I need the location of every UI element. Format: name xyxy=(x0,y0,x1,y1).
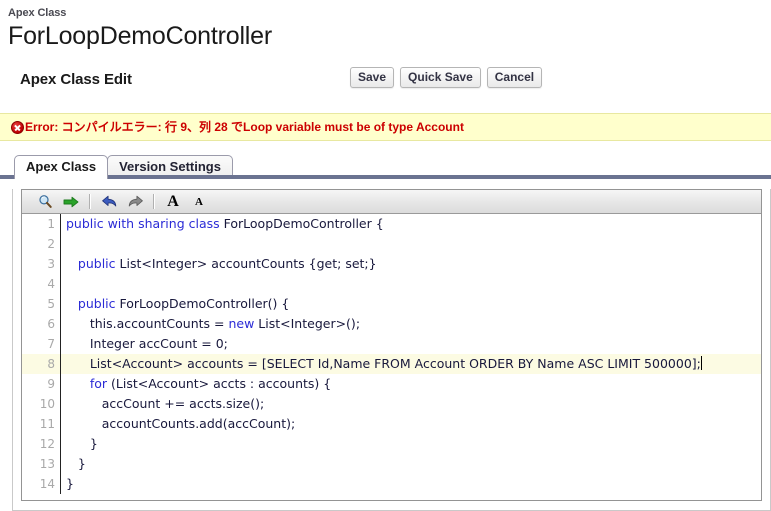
code-line-text[interactable]: public with sharing class ForLoopDemoCon… xyxy=(60,214,761,234)
code-token: Integer accCount = 0; xyxy=(66,336,228,351)
section-title: Apex Class Edit xyxy=(20,71,132,88)
code-token: } xyxy=(66,436,98,451)
code-token: accCount += accts.size(); xyxy=(66,396,265,411)
error-message: Error: コンパイルエラー: 行 9、列 28 でLoop variable… xyxy=(25,120,464,134)
error-circle-icon xyxy=(11,120,24,134)
tab-strip: Apex Class Version Settings xyxy=(0,155,771,179)
code-line[interactable]: 9 for (List<Account> accts : accounts) { xyxy=(22,374,761,394)
code-editor: A A 1 public with sharing class ForLoopDe… xyxy=(21,189,762,501)
code-line-text[interactable]: public List<Integer> accountCounts {get;… xyxy=(60,254,761,274)
cancel-button[interactable]: Cancel xyxy=(486,67,543,88)
line-number: 14 xyxy=(22,474,60,494)
code-line-text[interactable]: } xyxy=(60,454,761,474)
search-icon[interactable] xyxy=(32,191,58,213)
code-token: } xyxy=(66,476,74,491)
page-title: ForLoopDemoController xyxy=(8,22,272,50)
edit-section-bar: Apex Class Edit Save Quick Save Cancel xyxy=(0,67,771,97)
redo-arrow-glyph xyxy=(128,195,143,207)
line-number: 5 xyxy=(22,294,60,314)
undo-icon[interactable] xyxy=(96,191,122,213)
code-line-text[interactable] xyxy=(60,274,761,294)
code-line-text[interactable]: accCount += accts.size(); xyxy=(60,394,761,414)
code-line[interactable]: 13 } xyxy=(22,454,761,474)
increase-font-size-label: A xyxy=(167,192,179,210)
code-token: } xyxy=(66,456,86,471)
increase-font-size-icon[interactable]: A xyxy=(160,191,186,213)
toolbar-separator-2 xyxy=(153,194,155,209)
code-line-text[interactable]: this.accountCounts = new List<Integer>()… xyxy=(60,314,761,334)
tab-underline xyxy=(0,175,771,179)
code-line-text[interactable]: for (List<Account> accts : accounts) { xyxy=(60,374,761,394)
line-number: 2 xyxy=(22,234,60,254)
line-number: 12 xyxy=(22,434,60,454)
code-token: List<Integer>(); xyxy=(258,316,361,331)
code-token: public xyxy=(66,296,120,311)
line-number: 4 xyxy=(22,274,60,294)
code-line-text[interactable]: Integer accCount = 0; xyxy=(60,334,761,354)
code-line[interactable]: 10 accCount += accts.size(); xyxy=(22,394,761,414)
code-token: public with sharing class xyxy=(66,216,224,231)
editor-toolbar: A A xyxy=(22,190,761,214)
code-line[interactable]: 5 public ForLoopDemoController() { xyxy=(22,294,761,314)
code-text-area[interactable]: 1 public with sharing class ForLoopDemoCo… xyxy=(22,214,761,500)
code-line[interactable]: 1 public with sharing class ForLoopDemoCo… xyxy=(22,214,761,234)
code-line[interactable]: 7 Integer accCount = 0; xyxy=(22,334,761,354)
toolbar-separator-1 xyxy=(89,194,91,209)
line-number: 8 xyxy=(22,354,60,374)
code-line-text[interactable]: } xyxy=(60,434,761,454)
editor-panel: A A 1 public with sharing class ForLoopDe… xyxy=(12,189,771,511)
line-number: 13 xyxy=(22,454,60,474)
code-token: for xyxy=(66,376,112,391)
line-number: 1 xyxy=(22,214,60,234)
search-icon-glyph xyxy=(38,195,52,208)
code-line-text[interactable] xyxy=(60,234,761,254)
code-line[interactable]: 6 this.accountCounts = new List<Integer>… xyxy=(22,314,761,334)
code-line[interactable]: 4 xyxy=(22,274,761,294)
breadcrumb: Apex Class xyxy=(8,7,67,19)
code-line[interactable]: 3 public List<Integer> accountCounts {ge… xyxy=(22,254,761,274)
line-number: 6 xyxy=(22,314,60,334)
action-button-group: Save Quick Save Cancel xyxy=(350,67,543,88)
code-token: ForLoopDemoController() { xyxy=(119,296,290,311)
code-line-text[interactable]: public ForLoopDemoController() { xyxy=(60,294,761,314)
decrease-font-size-label: A xyxy=(195,195,203,208)
code-line-text[interactable]: } xyxy=(60,474,761,494)
code-token: (List<Account> accts : accounts) { xyxy=(111,376,332,391)
go-to-line-arrow-icon[interactable] xyxy=(58,191,84,213)
code-line[interactable]: 2 xyxy=(22,234,761,254)
save-button[interactable]: Save xyxy=(350,67,395,88)
code-token: new xyxy=(228,316,259,331)
error-banner: Error: コンパイルエラー: 行 9、列 28 でLoop variable… xyxy=(0,113,771,141)
line-number: 10 xyxy=(22,394,60,414)
code-line-text[interactable]: List<Account> accounts = [SELECT Id,Name… xyxy=(60,354,761,374)
code-line[interactable]: 14} xyxy=(22,474,761,494)
code-line-text[interactable]: accountCounts.add(accCount); xyxy=(60,414,761,434)
code-token: ForLoopDemoController { xyxy=(223,216,384,231)
line-number: 11 xyxy=(22,414,60,434)
code-line[interactable]: 11 accountCounts.add(accCount); xyxy=(22,414,761,434)
code-line[interactable]: 8 List<Account> accounts = [SELECT Id,Na… xyxy=(22,354,761,374)
line-number: 7 xyxy=(22,334,60,354)
undo-arrow-glyph xyxy=(101,195,116,207)
code-token: this.accountCounts = xyxy=(66,316,229,331)
decrease-font-size-icon[interactable]: A xyxy=(186,191,212,213)
tab-apex-class[interactable]: Apex Class xyxy=(14,155,109,179)
code-token: public xyxy=(66,256,120,271)
green-right-arrow-glyph xyxy=(63,196,79,207)
code-token: List<Integer> accountCounts {get; set;} xyxy=(119,256,377,271)
code-token: List<Account> accounts = [SELECT Id,Name… xyxy=(66,356,701,371)
line-number: 3 xyxy=(22,254,60,274)
code-line[interactable]: 12 } xyxy=(22,434,761,454)
line-number: 9 xyxy=(22,374,60,394)
redo-icon[interactable] xyxy=(122,191,148,213)
code-token: accountCounts.add(accCount); xyxy=(66,416,296,431)
page-header: Apex Class ForLoopDemoController xyxy=(0,0,771,51)
text-caret xyxy=(700,356,702,370)
quick-save-button[interactable]: Quick Save xyxy=(400,67,481,88)
